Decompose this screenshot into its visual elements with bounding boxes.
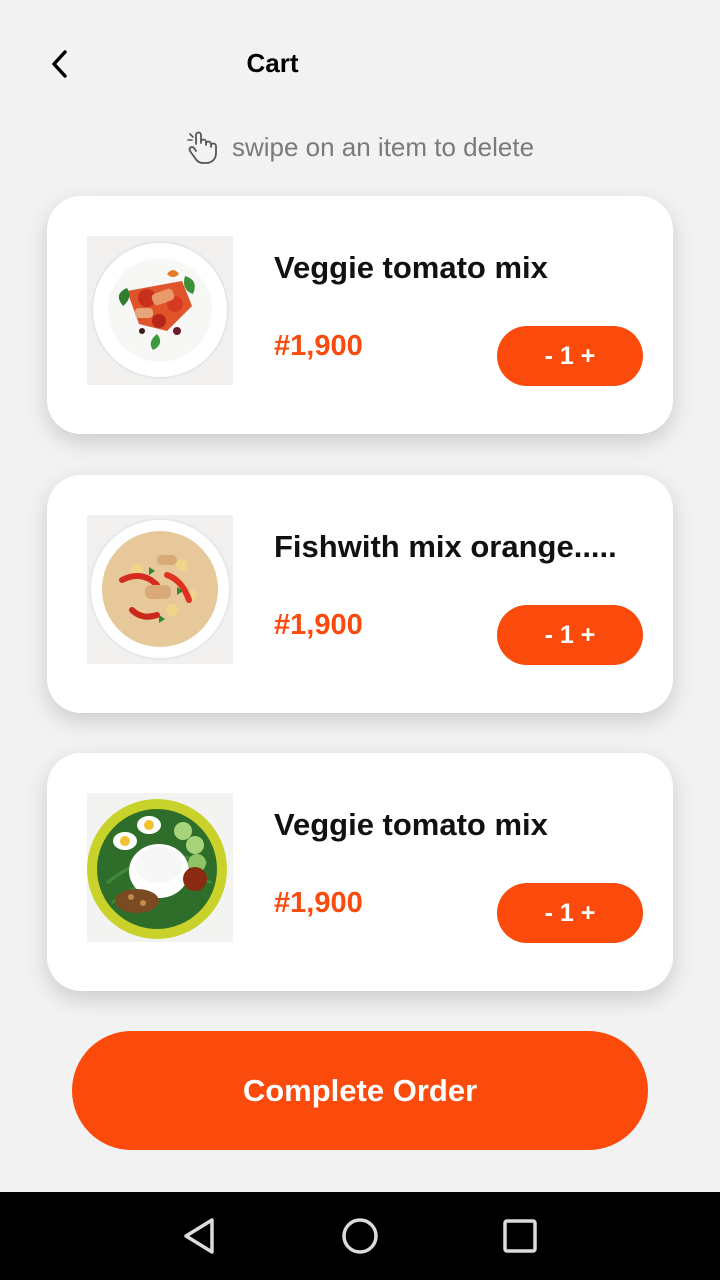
triangle-back-icon (184, 1218, 214, 1254)
nav-home-button[interactable] (340, 1216, 380, 1256)
cart-screen: Cart swipe on an item to delete Veggie t… (0, 0, 720, 1280)
square-recents-icon (503, 1219, 537, 1253)
quantity-stepper[interactable]: - 1 + (497, 326, 643, 386)
item-name: Veggie tomato mix (274, 807, 548, 842)
quantity-stepper[interactable]: - 1 + (497, 605, 643, 665)
nav-recents-button[interactable] (500, 1216, 540, 1256)
system-navigation-bar (0, 1192, 720, 1280)
complete-order-button[interactable]: Complete Order (72, 1031, 648, 1150)
item-price: #1,900 (274, 887, 363, 919)
circle-home-icon (342, 1218, 378, 1254)
item-name: Fishwith mix orange..... (274, 529, 617, 564)
swipe-hint: swipe on an item to delete (0, 130, 720, 164)
nav-back-button[interactable] (180, 1216, 220, 1256)
food-image (87, 236, 233, 385)
item-price: #1,900 (274, 609, 363, 641)
quantity-stepper[interactable]: - 1 + (497, 883, 643, 943)
cart-item-card[interactable]: Fishwith mix orange..... #1,900 - 1 + (47, 475, 673, 713)
item-price: #1,900 (274, 330, 363, 362)
swipe-hand-icon (187, 131, 217, 164)
food-image (87, 793, 233, 942)
swipe-hint-text: swipe on an item to delete (231, 131, 535, 162)
item-name: Veggie tomato mix (274, 250, 548, 285)
cart-item-card[interactable]: Veggie tomato mix #1,900 - 1 + (47, 196, 673, 434)
food-image (87, 515, 233, 664)
cart-item-card[interactable]: Veggie tomato mix #1,900 - 1 + (47, 753, 673, 991)
page-title: Cart (246, 48, 299, 78)
